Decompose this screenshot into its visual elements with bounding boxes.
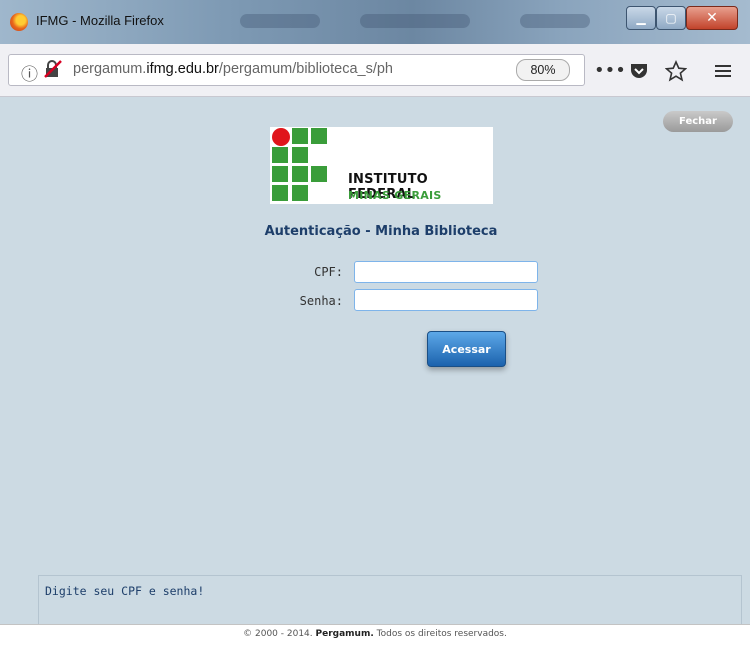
minimize-button[interactable]: ▁ <box>626 6 656 30</box>
logo-square <box>311 166 327 182</box>
logo-square <box>311 128 327 144</box>
logo-square <box>292 166 308 182</box>
background-blur <box>520 14 590 28</box>
page-title: Autenticação - Minha Biblioteca <box>264 224 498 239</box>
footer: © 2000 - 2014. Pergamum. Todos os direit… <box>0 624 750 645</box>
senha-label: Senha: <box>299 294 343 308</box>
cpf-field[interactable] <box>354 261 538 283</box>
hamburger-menu-icon[interactable] <box>712 60 734 82</box>
logo-square <box>272 166 288 182</box>
page-content: Fechar INSTITUTO FEDERAL MINAS GERAIS Au… <box>0 97 750 645</box>
logo-square <box>292 128 308 144</box>
footer-brand: Pergamum. <box>315 629 374 639</box>
footer-rights: Todos os direitos reservados. <box>376 629 507 639</box>
close-button[interactable]: Fechar <box>663 111 733 132</box>
window-title: IFMG - Mozilla Firefox <box>36 13 164 28</box>
title-bar: IFMG - Mozilla Firefox ▁ ▢ ✕ <box>0 0 750 44</box>
url-prefix: pergamum. <box>73 61 147 77</box>
background-blur <box>240 14 320 28</box>
password-field[interactable] <box>354 289 538 311</box>
info-icon[interactable]: ⓘ <box>21 60 38 85</box>
pocket-icon[interactable] <box>628 60 650 82</box>
cpf-label: CPF: <box>314 265 343 279</box>
footer-copyright: © 2000 - 2014. <box>243 629 313 639</box>
close-window-button[interactable]: ✕ <box>686 6 738 30</box>
browser-window: IFMG - Mozilla Firefox ▁ ▢ ✕ ⓘ pergamum.… <box>0 0 750 645</box>
url-domain: ifmg.edu.br <box>146 61 219 77</box>
url-path: /pergamum/biblioteca_s/ph <box>218 61 393 77</box>
logo-red-circle <box>272 128 290 146</box>
logo-square <box>292 147 308 163</box>
star-icon[interactable] <box>665 60 687 82</box>
more-icon[interactable]: ••• <box>594 60 626 82</box>
firefox-icon <box>10 13 28 31</box>
message-box: Digite seu CPF e senha! <box>38 575 742 627</box>
logo-square <box>272 185 288 201</box>
nav-toolbar: ⓘ pergamum.ifmg.edu.br/pergamum/bibliote… <box>0 44 750 97</box>
maximize-button[interactable]: ▢ <box>656 6 686 30</box>
logo-line2: MINAS GERAIS <box>348 189 442 202</box>
url-text[interactable]: pergamum.ifmg.edu.br/pergamum/biblioteca… <box>73 61 503 77</box>
logo-square <box>272 147 288 163</box>
ifmg-logo: INSTITUTO FEDERAL MINAS GERAIS <box>270 127 493 204</box>
logo-square <box>292 185 308 201</box>
background-blur <box>360 14 470 28</box>
url-bar[interactable]: ⓘ pergamum.ifmg.edu.br/pergamum/bibliote… <box>8 54 585 86</box>
login-button[interactable]: Acessar <box>427 331 506 367</box>
status-message: Digite seu CPF e senha! <box>45 584 205 598</box>
zoom-badge[interactable]: 80% <box>516 59 570 81</box>
insecure-lock-icon[interactable] <box>43 59 63 79</box>
